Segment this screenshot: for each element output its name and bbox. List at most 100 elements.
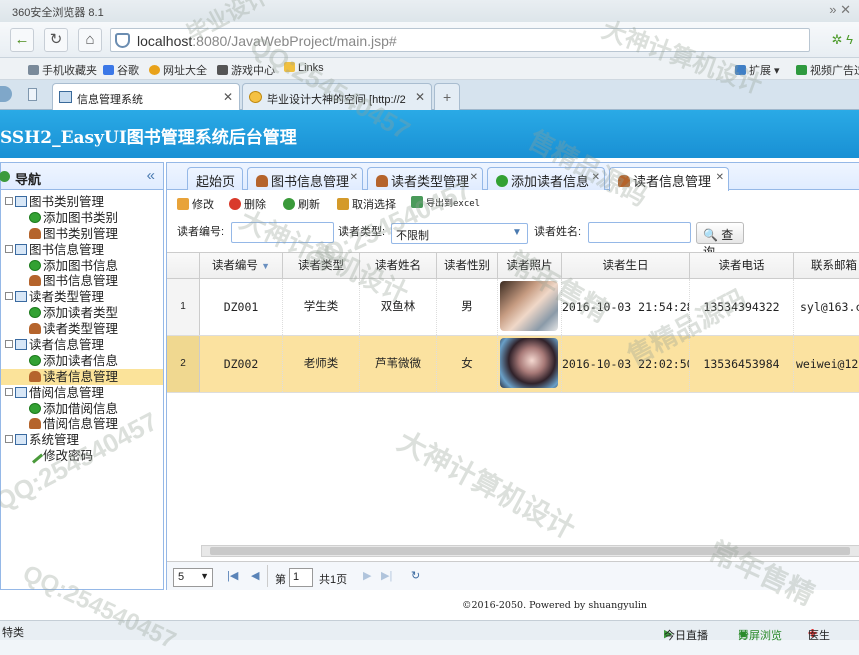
tab-close-icon[interactable]: ✕ [470,172,478,183]
cloud-icon[interactable] [0,86,12,102]
bookmark-links[interactable]: Links [284,62,324,74]
tab-close-icon[interactable]: ✕ [415,90,425,104]
undo-icon [337,198,349,210]
folder-icon [15,386,27,398]
browser-navbar: ← ↻ ⌂ localhost:8080/JavaWebProject/main… [0,22,859,58]
next-page-icon[interactable]: ▶ [363,569,371,582]
shield-icon [115,33,130,48]
tab-close-icon[interactable]: ✕ [223,90,233,104]
horizontal-scrollbar[interactable] [201,545,859,557]
tab-close-icon[interactable]: ✕ [716,172,724,183]
url-path: :8080/JavaWebProject/main.jsp# [192,33,397,49]
nav-group[interactable]: 系统管理 [1,432,163,448]
nav-group[interactable]: 图书信息管理 [1,242,163,258]
query-button[interactable]: 🔍 查询 [696,222,744,259]
col-reader-sex[interactable]: 读者性别 [437,253,498,279]
tab-book-info[interactable]: 图书信息管理 ✕ [247,167,363,190]
collapse-icon[interactable]: « [147,167,155,184]
reader-name-label: 读者姓名: [534,226,582,238]
pencil-icon [177,198,189,210]
new-tab-button[interactable]: + [434,83,460,110]
plus-icon [29,354,41,366]
col-reader-type[interactable]: 读者类型 [283,253,360,279]
app-title: SSH2_EasyUI图书管理系统后台管理 [0,128,297,148]
nav-title: 导航 [15,172,42,187]
nav-item[interactable]: 图书类别管理 [1,226,163,242]
bookmark-games[interactable]: 游戏中心 [217,62,275,78]
nav-group[interactable]: 借阅信息管理 [1,385,163,401]
collapse-toggle-icon[interactable] [5,244,13,253]
tab-close-icon[interactable]: ✕ [592,172,600,183]
scroll-thumb[interactable] [210,547,850,555]
col-reader-photo[interactable]: 读者照片 [498,253,562,279]
tab-reader-type[interactable]: 读者类型管理 ✕ [367,167,483,190]
nav-item[interactable]: 添加读者信息 [1,353,163,369]
collapse-toggle-icon[interactable] [5,197,13,205]
reader-name-input[interactable] [588,222,691,243]
table-row[interactable]: 1 DZ001 学生类 双鱼林 男 2016-10-03 21:54:28 13… [167,279,859,336]
reader-photo[interactable] [498,279,562,335]
cancel-select-button[interactable]: 取消选择 [337,196,396,214]
nav-item[interactable]: 添加图书类别 [1,210,163,226]
nav-item[interactable]: 添加图书信息 [1,258,163,274]
browser-tab-blog[interactable]: 毕业设计大神的空间 [http://2 ✕ [242,83,432,110]
nav-item[interactable]: 读者信息管理 [1,368,163,385]
video-ad-button[interactable]: 视频广告过 [796,62,859,78]
last-page-icon[interactable]: ▶| [381,569,392,582]
nav-item[interactable]: 修改密码 [1,447,163,464]
col-reader-name[interactable]: 读者姓名 [360,253,437,279]
page-icon[interactable] [28,88,37,101]
nav-item[interactable]: 借阅信息管理 [1,416,163,432]
chevron-down-icon[interactable]: ▼ [510,227,524,240]
export-excel-button[interactable]: 导出到excel [411,196,480,214]
nav-item[interactable]: 图书信息管理 [1,273,163,289]
nav-group[interactable]: 图书类别管理 [1,194,163,210]
nav-item[interactable]: 读者类型管理 [1,321,163,337]
refresh-grid-button[interactable]: 刷新 [283,196,320,214]
browser-tab-app[interactable]: 信息管理系统 ✕ [52,83,240,111]
address-bar[interactable]: localhost:8080/JavaWebProject/main.jsp# [110,28,810,52]
tab-close-icon[interactable]: ✕ [350,172,358,183]
prev-page-icon[interactable]: ◀ [251,569,259,582]
extensions-button[interactable]: 扩展 ▾ [735,62,780,78]
col-reader-birthday[interactable]: 读者生日 [562,253,690,279]
back-button[interactable]: ← [10,28,34,52]
tab-reader-info[interactable]: 读者信息管理 ✕ [609,167,729,191]
search-icon: 🔍 [703,228,718,242]
person-icon [29,418,41,430]
app-layout: 导航 « 图书类别管理 添加图书类别 图书类别管理 图书信息管理 添加图书信息 图书信息管… [0,158,859,591]
tab-add-reader[interactable]: 添加读者信息 ✕ [487,167,605,190]
nav-item[interactable]: 添加读者类型 [1,305,163,321]
reload-icon[interactable]: ↻ [411,569,420,582]
nav-item[interactable]: 添加借阅信息 [1,401,163,417]
page-input[interactable]: 1 [289,568,313,587]
bookmark-google[interactable]: 谷歌 [103,62,139,78]
page-size-select[interactable]: 5 ▼ [173,568,213,587]
nav-group[interactable]: 读者类型管理 [1,289,163,305]
nav-group[interactable]: 读者信息管理 [1,337,163,353]
tab-home[interactable]: 起始页 [187,167,243,190]
window-close-icon[interactable]: » ✕ [829,2,851,18]
bookmark-hao[interactable]: 网址大全 [149,62,207,78]
edit-button[interactable]: 修改 [177,196,214,214]
reader-photo[interactable] [498,336,562,392]
collapse-toggle-icon[interactable] [5,292,13,301]
table-row[interactable]: 2 DZ002 老师类 芦苇微微 女 2016-10-03 22:02:50 1… [167,336,859,393]
refresh-button[interactable]: ↻ [44,28,68,52]
collapse-toggle-icon[interactable] [5,387,13,396]
speedup-icon[interactable]: ✲ ϟ [832,32,853,48]
collapse-toggle-icon[interactable] [5,340,13,349]
person-icon [29,227,41,239]
col-reader-no[interactable]: 读者编号 ▼ [200,253,283,279]
bookmark-mobile[interactable]: 手机收藏夹 [28,62,97,78]
home-button[interactable]: ⌂ [78,28,102,52]
collapse-toggle-icon[interactable] [5,435,13,444]
delete-button[interactable]: 删除 [229,196,266,214]
reader-type-select[interactable]: 不限制 ▼ [391,223,528,244]
reader-no-input[interactable] [231,222,334,243]
first-page-icon[interactable]: |◀ [227,569,238,582]
browser-title: 360安全浏览器 8.1 [12,7,104,19]
col-reader-email[interactable]: 联系邮箱 [794,253,859,279]
col-reader-phone[interactable]: 读者电话 [690,253,794,279]
plus-icon [29,307,41,319]
